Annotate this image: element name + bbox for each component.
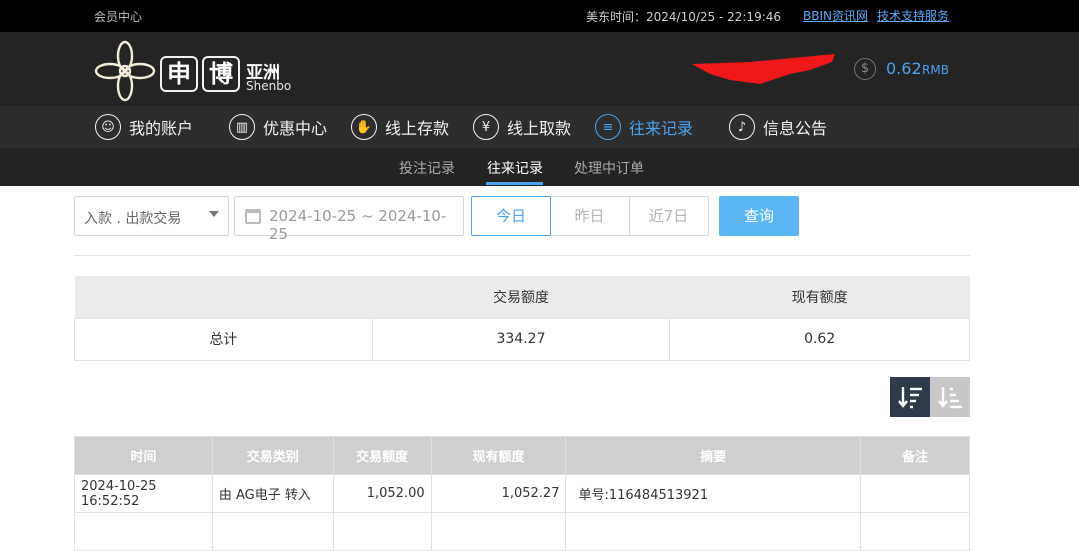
nav-item-label: 往来记录 [629, 119, 694, 138]
cell-amount: 1,052.00 [332, 474, 432, 513]
table-header-row: 时间 交易类别 交易额度 现有额度 摘要 备注 [74, 436, 970, 475]
sort-asc-button[interactable] [930, 377, 970, 417]
logo-en-text: Shenbo [246, 79, 292, 93]
sort-asc-icon [938, 387, 962, 409]
balance-amount: 0.62 [886, 59, 922, 78]
summary-row: 总计 334.27 0.62 [74, 317, 970, 361]
cell-balance: 1,052.27 [430, 474, 567, 513]
col-amount[interactable]: 交易额度 [332, 436, 432, 475]
tab-bet-records[interactable]: 投注记录 [399, 158, 455, 178]
query-button[interactable]: 查询 [719, 196, 799, 236]
tech-support-link[interactable]: 技术支持服务 [877, 7, 949, 24]
tab-pending-orders[interactable]: 处理中订单 [574, 158, 644, 178]
summary-total-label: 总计 [74, 317, 373, 361]
eastern-time-label: 美东时间：2024/10/25 - 22:19:46 [586, 10, 782, 24]
tab-transaction-records[interactable]: 往来记录 [487, 158, 543, 178]
balance-currency: RMB [922, 63, 949, 77]
transaction-type-select[interactable]: 入款 . 出款交易 [74, 196, 229, 236]
nav-item-withdraw[interactable]: ¥ 线上取款 [473, 106, 571, 148]
nav-item-promotions[interactable]: ▥ 优惠中心 [229, 106, 327, 148]
calendar-icon [245, 209, 261, 224]
table-row: 2024-10-25 16:52:52 由 AG电子 转入 1,052.00 1… [74, 474, 970, 513]
active-tab-underline [486, 182, 543, 185]
gift-icon: ▥ [229, 114, 255, 140]
summary-table: 交易额度 现有额度 总计 334.27 0.62 [74, 276, 970, 361]
table-row [74, 512, 970, 551]
sub-nav: 投注记录 往来记录 处理中订单 [0, 148, 1079, 186]
cell-summary: 单号:116484513921 [565, 474, 862, 513]
nav-item-label: 我的账户 [129, 119, 194, 138]
top-bar: 会员中心 美东时间：2024/10/25 - 22:19:46 BBIN资讯网 … [0, 0, 1079, 32]
nav-item-deposit[interactable]: ✋ 线上存款 [351, 106, 449, 148]
redaction-mark [692, 54, 835, 84]
nav-item-announcements[interactable]: ♪ 信息公告 [729, 106, 827, 148]
nav-item-label: 线上取款 [507, 119, 572, 138]
transactions-table: 时间 交易类别 交易额度 现有额度 摘要 备注 2024-10-25 16:52… [74, 436, 970, 551]
sort-desc-icon [898, 387, 922, 409]
member-center-label[interactable]: 会员中心 [94, 8, 142, 25]
col-summary[interactable]: 摘要 [565, 436, 862, 475]
date-range-input[interactable]: 2024-10-25 ~ 2024-10-25 [234, 196, 464, 243]
user-icon: ☺ [95, 114, 121, 140]
nav-item-label: 信息公告 [763, 119, 828, 138]
bbin-news-link[interactable]: BBIN资讯网 [803, 7, 868, 24]
summary-total-amount: 334.27 [371, 317, 671, 361]
summary-total-balance: 0.62 [669, 317, 970, 361]
summary-header-empty [74, 276, 373, 318]
col-time[interactable]: 时间 [74, 436, 213, 475]
cell-time: 2024-10-25 16:52:52 [74, 474, 213, 513]
records-icon: ≡ [595, 114, 621, 140]
col-type[interactable]: 交易类别 [211, 436, 334, 475]
main-nav: ☺ 我的账户 ▥ 优惠中心 ✋ 线上存款 ¥ 线上取款 ≡ 往来记录 ♪ 信息公… [0, 106, 1079, 148]
nav-item-label: 线上存款 [385, 119, 450, 138]
flower-logo-icon [94, 40, 156, 102]
last-7-days-button[interactable]: 近7日 [629, 196, 709, 236]
cell-remark [860, 474, 970, 513]
summary-header-amount: 交易额度 [372, 276, 670, 318]
yesterday-button[interactable]: 昨日 [550, 196, 630, 236]
bell-icon: ♪ [729, 114, 755, 140]
nav-item-records[interactable]: ≡ 往来记录 [595, 106, 693, 148]
divider [74, 255, 970, 256]
transaction-type-value: 入款 . 出款交易 [84, 211, 182, 227]
caret-down-icon [209, 211, 219, 217]
logo-char-2: 博 [202, 56, 240, 92]
today-button[interactable]: 今日 [471, 196, 551, 236]
dollar-icon: $ [854, 58, 876, 80]
summary-header-balance: 现有额度 [669, 276, 970, 318]
nav-item-label: 优惠中心 [263, 119, 328, 138]
withdraw-icon: ¥ [473, 114, 499, 140]
logo-char-1: 申 [160, 56, 198, 92]
col-balance[interactable]: 现有额度 [430, 436, 567, 475]
deposit-icon: ✋ [351, 114, 377, 140]
nav-item-my-account[interactable]: ☺ 我的账户 [95, 106, 193, 148]
col-remark[interactable]: 备注 [860, 436, 970, 475]
cell-type: 由 AG电子 转入 [211, 474, 334, 513]
date-range-value: 2024-10-25 ~ 2024-10-25 [269, 207, 447, 243]
sort-desc-button[interactable] [890, 377, 930, 417]
